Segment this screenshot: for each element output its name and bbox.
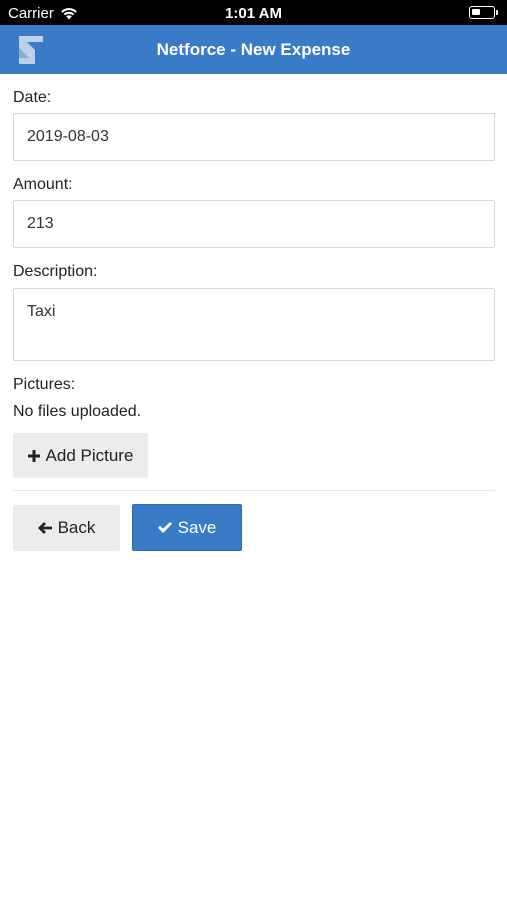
pictures-label: Pictures: — [13, 376, 76, 393]
date-field[interactable]: 2019-08-03 — [13, 113, 495, 161]
pictures-status: No files uploaded. — [13, 403, 142, 420]
description-label: Description: — [13, 263, 98, 280]
add-picture-label: Add Picture — [45, 445, 134, 465]
back-button[interactable]: Back — [13, 505, 120, 551]
amount-field[interactable]: 213 — [13, 200, 495, 248]
divider — [13, 490, 495, 491]
checkmark-icon — [157, 522, 172, 533]
save-label: Save — [177, 517, 217, 537]
clock: 1:01 AM — [225, 5, 282, 22]
back-label: Back — [57, 518, 96, 537]
amount-value: 213 — [27, 215, 54, 232]
battery-icon — [469, 6, 498, 19]
amount-label: Amount: — [13, 176, 73, 193]
plus-icon — [27, 449, 40, 462]
description-value: Taxi — [27, 303, 56, 320]
nav-bar: Netforce - New Expense — [0, 25, 507, 74]
add-picture-button[interactable]: Add Picture — [13, 433, 148, 478]
status-bar: Carrier 1:01 AM — [0, 0, 507, 25]
arrow-left-icon — [37, 522, 52, 534]
save-button[interactable]: Save — [132, 504, 242, 551]
date-label: Date: — [13, 89, 52, 106]
date-value: 2019-08-03 — [27, 128, 109, 145]
description-field[interactable]: Taxi — [13, 288, 495, 361]
page-title: Netforce - New Expense — [156, 40, 351, 59]
